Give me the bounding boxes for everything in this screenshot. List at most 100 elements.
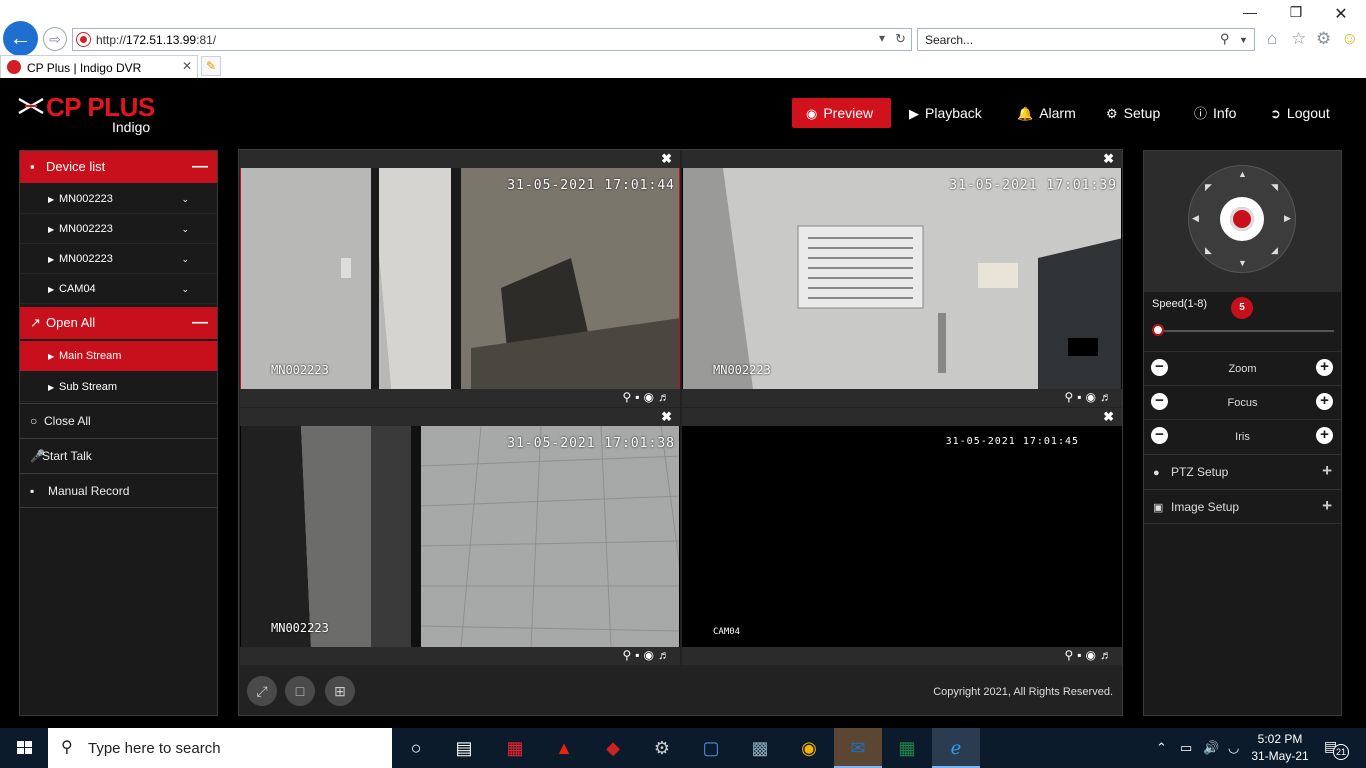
nav-logout[interactable]: ➲ Logout [1270,98,1330,128]
zoom-icon[interactable]: ⚲ [1064,648,1077,662]
device-item[interactable]: ▶ MN002223 ⌄ [20,214,217,244]
speed-slider-knob[interactable] [1152,324,1164,336]
notification-center-icon[interactable]: ▤ 21 [1324,738,1349,760]
ptz-setup-section[interactable]: ● PTZ Setup + [1144,454,1341,489]
device-item[interactable]: ▶ MN002223 ⌄ [20,244,217,274]
close-all-button[interactable]: ○ Close All [20,403,217,438]
pan-up-left-icon[interactable]: ◤ [1205,182,1212,193]
app-icon-3[interactable]: ◆ [589,728,637,768]
collapse-icon[interactable]: — [192,307,208,339]
device-list-header[interactable]: ▪ Device list — [20,151,217,183]
snapshot-icon[interactable]: ◉ [1086,390,1100,404]
search-dropdown-icon[interactable]: ▼ [1239,35,1248,45]
audio-icon[interactable]: ♬ [1100,648,1116,662]
record-icon[interactable]: ▪ [1077,390,1085,404]
sub-stream-item[interactable]: ▶ Sub Stream [20,372,217,402]
outlook-icon[interactable]: ✉ [834,728,882,768]
internet-explorer-icon[interactable]: ℯ [932,728,980,768]
address-dropdown-icon[interactable]: ▾ [879,31,885,45]
zoom-icon[interactable]: ⚲ [622,390,635,404]
device-item[interactable]: ▶ CAM04 ⌄ [20,274,217,304]
chevron-down-icon[interactable]: ⌄ [181,184,189,214]
close-window-button[interactable]: ✕ [1318,4,1364,24]
audio-icon[interactable]: ♬ [1100,390,1116,404]
nav-setup[interactable]: ⚙ Setup [1106,98,1160,128]
new-tab-button[interactable]: ✎ [201,56,221,76]
forward-button[interactable]: ⇨ [43,27,67,51]
ptz-center[interactable] [1220,197,1264,241]
app-icon-2[interactable]: ▲ [540,728,588,768]
close-icon[interactable]: ✖ [1103,409,1114,425]
excel-icon[interactable]: ▦ [883,728,931,768]
record-icon[interactable]: ▪ [635,648,643,662]
video-feed[interactable]: 31-05-2021 17:01:39 MN002223 [683,168,1121,389]
pan-up-icon[interactable]: ▲ [1238,169,1247,179]
focus-in-button[interactable]: + [1316,393,1333,410]
video-cell[interactable]: ✖ 31-05-2021 17:01:45 CAM04 ⚲▪◉♬ [682,408,1122,665]
address-bar[interactable]: http://172.51.13.99:81/ ▾ ↻ [72,28,912,51]
quad-view-icon[interactable]: ⊞ [325,676,355,706]
home-icon[interactable]: ⌂ [1267,29,1277,49]
nav-alarm[interactable]: 🔔 Alarm [1017,98,1076,128]
chevron-down-icon[interactable]: ⌄ [181,274,189,304]
start-button[interactable] [0,728,48,768]
single-view-icon[interactable]: □ [285,676,315,706]
pan-down-icon[interactable]: ▼ [1238,258,1247,268]
tab-close-icon[interactable]: ✕ [182,59,192,73]
app-icon-6[interactable]: ▩ [736,728,784,768]
app-icon-1[interactable]: ▦ [491,728,539,768]
zoom-in-button[interactable]: + [1316,359,1333,376]
video-feed[interactable]: 31-05-2021 17:01:38 MN002223 [241,426,679,647]
ptz-dial[interactable]: ▲ ▼ ◀ ▶ ◤ ◥ ◣ ◢ [1188,165,1296,273]
open-all-header[interactable]: ↗ Open All — [20,307,217,339]
video-cell[interactable]: ✖ 31-05-2021 17:01:38 MN002223 ⚲▪◉♬ [240,408,680,665]
video-cell[interactable]: ✖ 31-05-2021 17:01:44 MN002223 ⚲▪◉♬ [240,150,680,407]
close-icon[interactable]: ✖ [661,151,672,167]
search-icon[interactable]: ⚲ [1220,31,1230,47]
nav-preview[interactable]: ◉ Preview [792,98,891,128]
chevron-down-icon[interactable]: ⌄ [181,244,189,274]
cortana-icon[interactable]: ○ [392,728,440,768]
snapshot-icon[interactable]: ◉ [1086,648,1100,662]
image-setup-section[interactable]: ▣ Image Setup + [1144,489,1341,524]
pan-left-icon[interactable]: ◀ [1192,213,1199,224]
browser-search-field[interactable]: Search... ⚲ ▼ [917,28,1255,51]
nav-playback[interactable]: ▶ Playback [909,98,982,128]
record-icon[interactable]: ▪ [1077,648,1085,662]
snapshot-icon[interactable]: ◉ [644,648,658,662]
favorites-star-icon[interactable]: ☆ [1291,29,1306,49]
battery-icon[interactable]: ▭ [1180,728,1192,768]
device-item[interactable]: ▶ MN002223 ⌄ [20,184,217,214]
system-clock[interactable]: 5:02 PM 31-May-21 [1246,731,1314,765]
snapshot-icon[interactable]: ◉ [644,390,658,404]
main-stream-item[interactable]: ▶ Main Stream [20,341,217,371]
expand-plus-icon[interactable]: + [1322,488,1332,523]
restore-button[interactable]: ❐ [1273,4,1319,21]
pan-down-right-icon[interactable]: ◢ [1271,245,1278,256]
nav-info[interactable]: ⓘ Info [1194,98,1236,128]
record-icon[interactable]: ▪ [635,390,643,404]
collapse-icon[interactable]: — [192,151,208,183]
pan-right-icon[interactable]: ▶ [1284,213,1291,224]
start-talk-button[interactable]: 🎤Start Talk [20,438,217,473]
minimize-button[interactable]: — [1227,4,1273,20]
app-icon-4[interactable]: ⚙ [638,728,686,768]
pan-up-right-icon[interactable]: ◥ [1271,182,1278,193]
feedback-smiley-icon[interactable]: ☺ [1341,29,1358,49]
close-icon[interactable]: ✖ [1103,151,1114,167]
taskbar-search[interactable]: ⚲ Type here to search [48,728,392,768]
zoom-icon[interactable]: ⚲ [622,648,635,662]
back-button[interactable]: ← [3,21,38,56]
chrome-icon[interactable]: ◉ [785,728,833,768]
fullscreen-icon[interactable]: ⤢ [247,676,277,706]
pan-down-left-icon[interactable]: ◣ [1205,245,1212,256]
browser-tab[interactable]: CP Plus | Indigo DVR ✕ [0,55,198,78]
expand-plus-icon[interactable]: + [1322,453,1332,488]
refresh-icon[interactable]: ↻ [895,31,906,47]
task-view-icon[interactable]: ▤ [440,728,488,768]
audio-icon[interactable]: ♬ [658,648,674,662]
iris-open-button[interactable]: + [1316,427,1333,444]
speed-slider[interactable] [1152,324,1334,336]
video-feed[interactable]: 31-05-2021 17:01:45 CAM04 [683,426,1121,647]
show-hidden-icons[interactable]: ⌃ [1156,728,1167,768]
